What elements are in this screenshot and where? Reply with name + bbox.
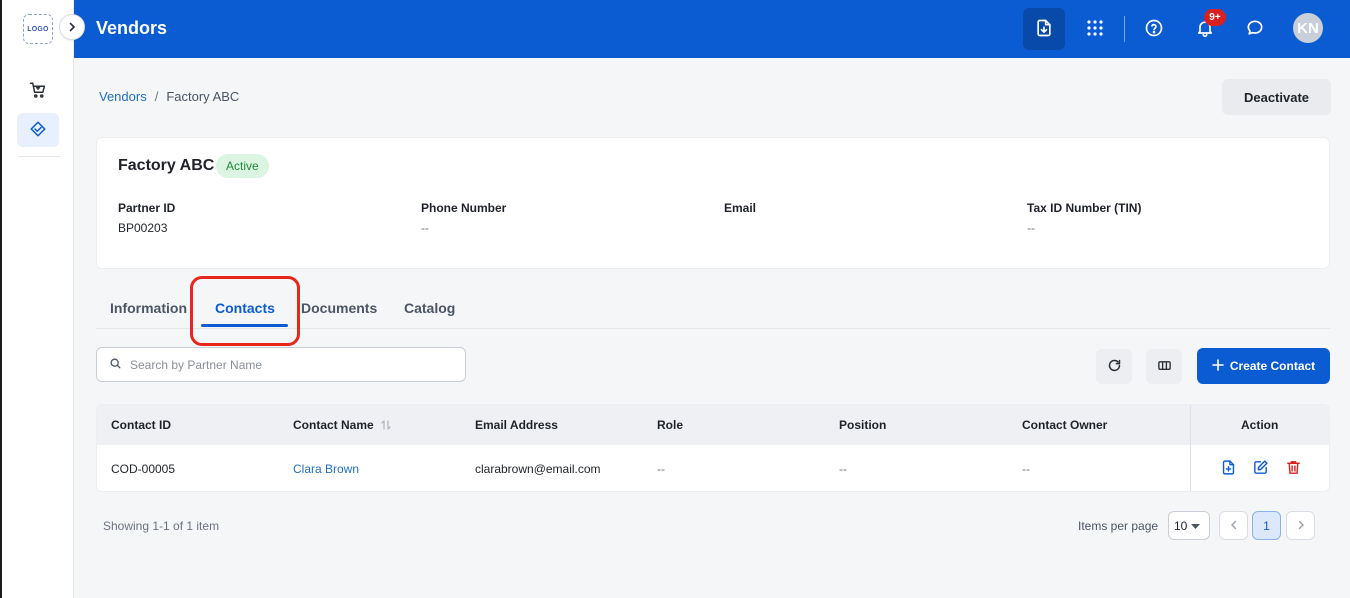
contact-name-link[interactable]: Clara Brown [293, 462, 359, 476]
file-download-icon [1034, 18, 1054, 41]
help-icon [1144, 18, 1164, 41]
tab-documents[interactable]: Documents [301, 300, 377, 316]
field-value: -- [421, 221, 429, 235]
cell-contact-owner: -- [1022, 462, 1030, 476]
field-value: -- [1027, 221, 1035, 235]
partner-details-card: Factory ABC Active Partner ID BP00203 Ph… [96, 137, 1330, 269]
trash-icon [1285, 459, 1302, 479]
apps-menu-button[interactable] [1074, 8, 1116, 50]
chevron-right-icon [1297, 519, 1305, 533]
chevron-left-icon [1230, 519, 1238, 533]
field-label: Tax ID Number (TIN) [1027, 201, 1142, 215]
column-header-action: Action [1241, 418, 1279, 432]
top-bar: Vendors 9+ KN [74, 0, 1350, 58]
page-title: Vendors [96, 18, 168, 38]
chat-icon [1245, 18, 1265, 41]
column-header-position: Position [839, 418, 887, 432]
breadcrumb: Vendors / Factory ABC [99, 89, 239, 104]
column-header-contact-name[interactable]: Contact Name [293, 418, 374, 432]
previous-page-button[interactable] [1219, 511, 1248, 540]
table-header: Contact ID Contact Name Email Address Ro… [97, 405, 1329, 445]
sidebar-expand-button[interactable] [59, 14, 85, 40]
breadcrumb-separator: / [154, 89, 159, 104]
results-summary: Showing 1-1 of 1 item [103, 519, 220, 533]
search-input[interactable] [130, 357, 440, 372]
view-contact-button[interactable] [1218, 459, 1238, 479]
items-per-page-select[interactable]: 10 [1168, 511, 1210, 540]
sidebar-divider [18, 156, 60, 157]
cell-email: clarabrown@email.com [475, 462, 601, 476]
column-settings-button[interactable] [1146, 349, 1182, 384]
sort-icon[interactable] [381, 419, 391, 434]
tab-catalog[interactable]: Catalog [404, 300, 455, 316]
search-field[interactable] [96, 347, 466, 382]
status-badge: Active [216, 154, 269, 178]
field-value: BP00203 [118, 221, 168, 235]
field-tax-id: Tax ID Number (TIN) -- [1027, 201, 1141, 235]
field-phone-number: Phone Number -- [421, 201, 506, 235]
column-header-email: Email Address [475, 418, 558, 432]
create-contact-label: Create Contact [1229, 359, 1316, 373]
search-icon [109, 357, 122, 373]
file-add-icon [1220, 459, 1237, 479]
action-column-divider [1190, 405, 1191, 491]
field-label: Phone Number [421, 201, 507, 215]
breadcrumb-vendors-link[interactable]: Vendors [99, 89, 147, 104]
cell-position: -- [839, 462, 847, 476]
cell-contact-id: COD-00005 [111, 462, 176, 476]
vendor-handshake-icon [29, 120, 47, 141]
chevron-right-icon [67, 20, 77, 35]
contacts-tab-highlight [190, 276, 300, 346]
field-label: Partner ID [118, 201, 176, 215]
download-button[interactable] [1023, 8, 1065, 50]
refresh-icon [1107, 358, 1122, 376]
messages-button[interactable] [1234, 8, 1276, 50]
field-label: Email [724, 201, 757, 215]
partner-name: Factory ABC [118, 157, 215, 174]
delete-contact-button[interactable] [1283, 459, 1303, 479]
help-button[interactable] [1133, 8, 1175, 50]
field-partner-id: Partner ID BP00203 [118, 201, 175, 235]
contacts-table: Contact ID Contact Name Email Address Ro… [96, 404, 1330, 492]
sidebar: LOGO [2, 0, 74, 598]
items-per-page-label: Items per page [1078, 519, 1159, 533]
breadcrumb-current: Factory ABC [166, 89, 240, 104]
sidebar-item-vendors[interactable] [17, 113, 59, 147]
edit-icon [1252, 459, 1269, 479]
plus-icon [1212, 358, 1224, 374]
edit-contact-button[interactable] [1250, 459, 1270, 479]
sidebar-item-orders[interactable] [17, 74, 59, 108]
deactivate-button[interactable]: Deactivate [1222, 79, 1331, 115]
notification-badge: 9+ [1204, 9, 1226, 26]
caret-down-icon [1191, 519, 1201, 533]
grid-icon [1086, 19, 1104, 40]
cell-role: -- [657, 462, 665, 476]
tab-information[interactable]: Information [110, 300, 187, 316]
columns-icon [1157, 358, 1172, 376]
refresh-button[interactable] [1096, 349, 1132, 384]
shopping-cart-icon [29, 81, 47, 102]
next-page-button[interactable] [1286, 511, 1315, 540]
page-1-button[interactable]: 1 [1252, 511, 1281, 540]
items-per-page-value: 10 [1174, 518, 1188, 533]
column-header-contact-id: Contact ID [111, 418, 171, 432]
field-email: Email [724, 201, 756, 221]
app-logo: LOGO [23, 14, 53, 44]
topbar-separator [1124, 16, 1125, 42]
create-contact-button[interactable]: Create Contact [1197, 348, 1330, 384]
column-header-contact-owner: Contact Owner [1022, 418, 1108, 432]
column-header-role: Role [657, 418, 684, 432]
user-avatar[interactable]: KN [1293, 13, 1323, 43]
